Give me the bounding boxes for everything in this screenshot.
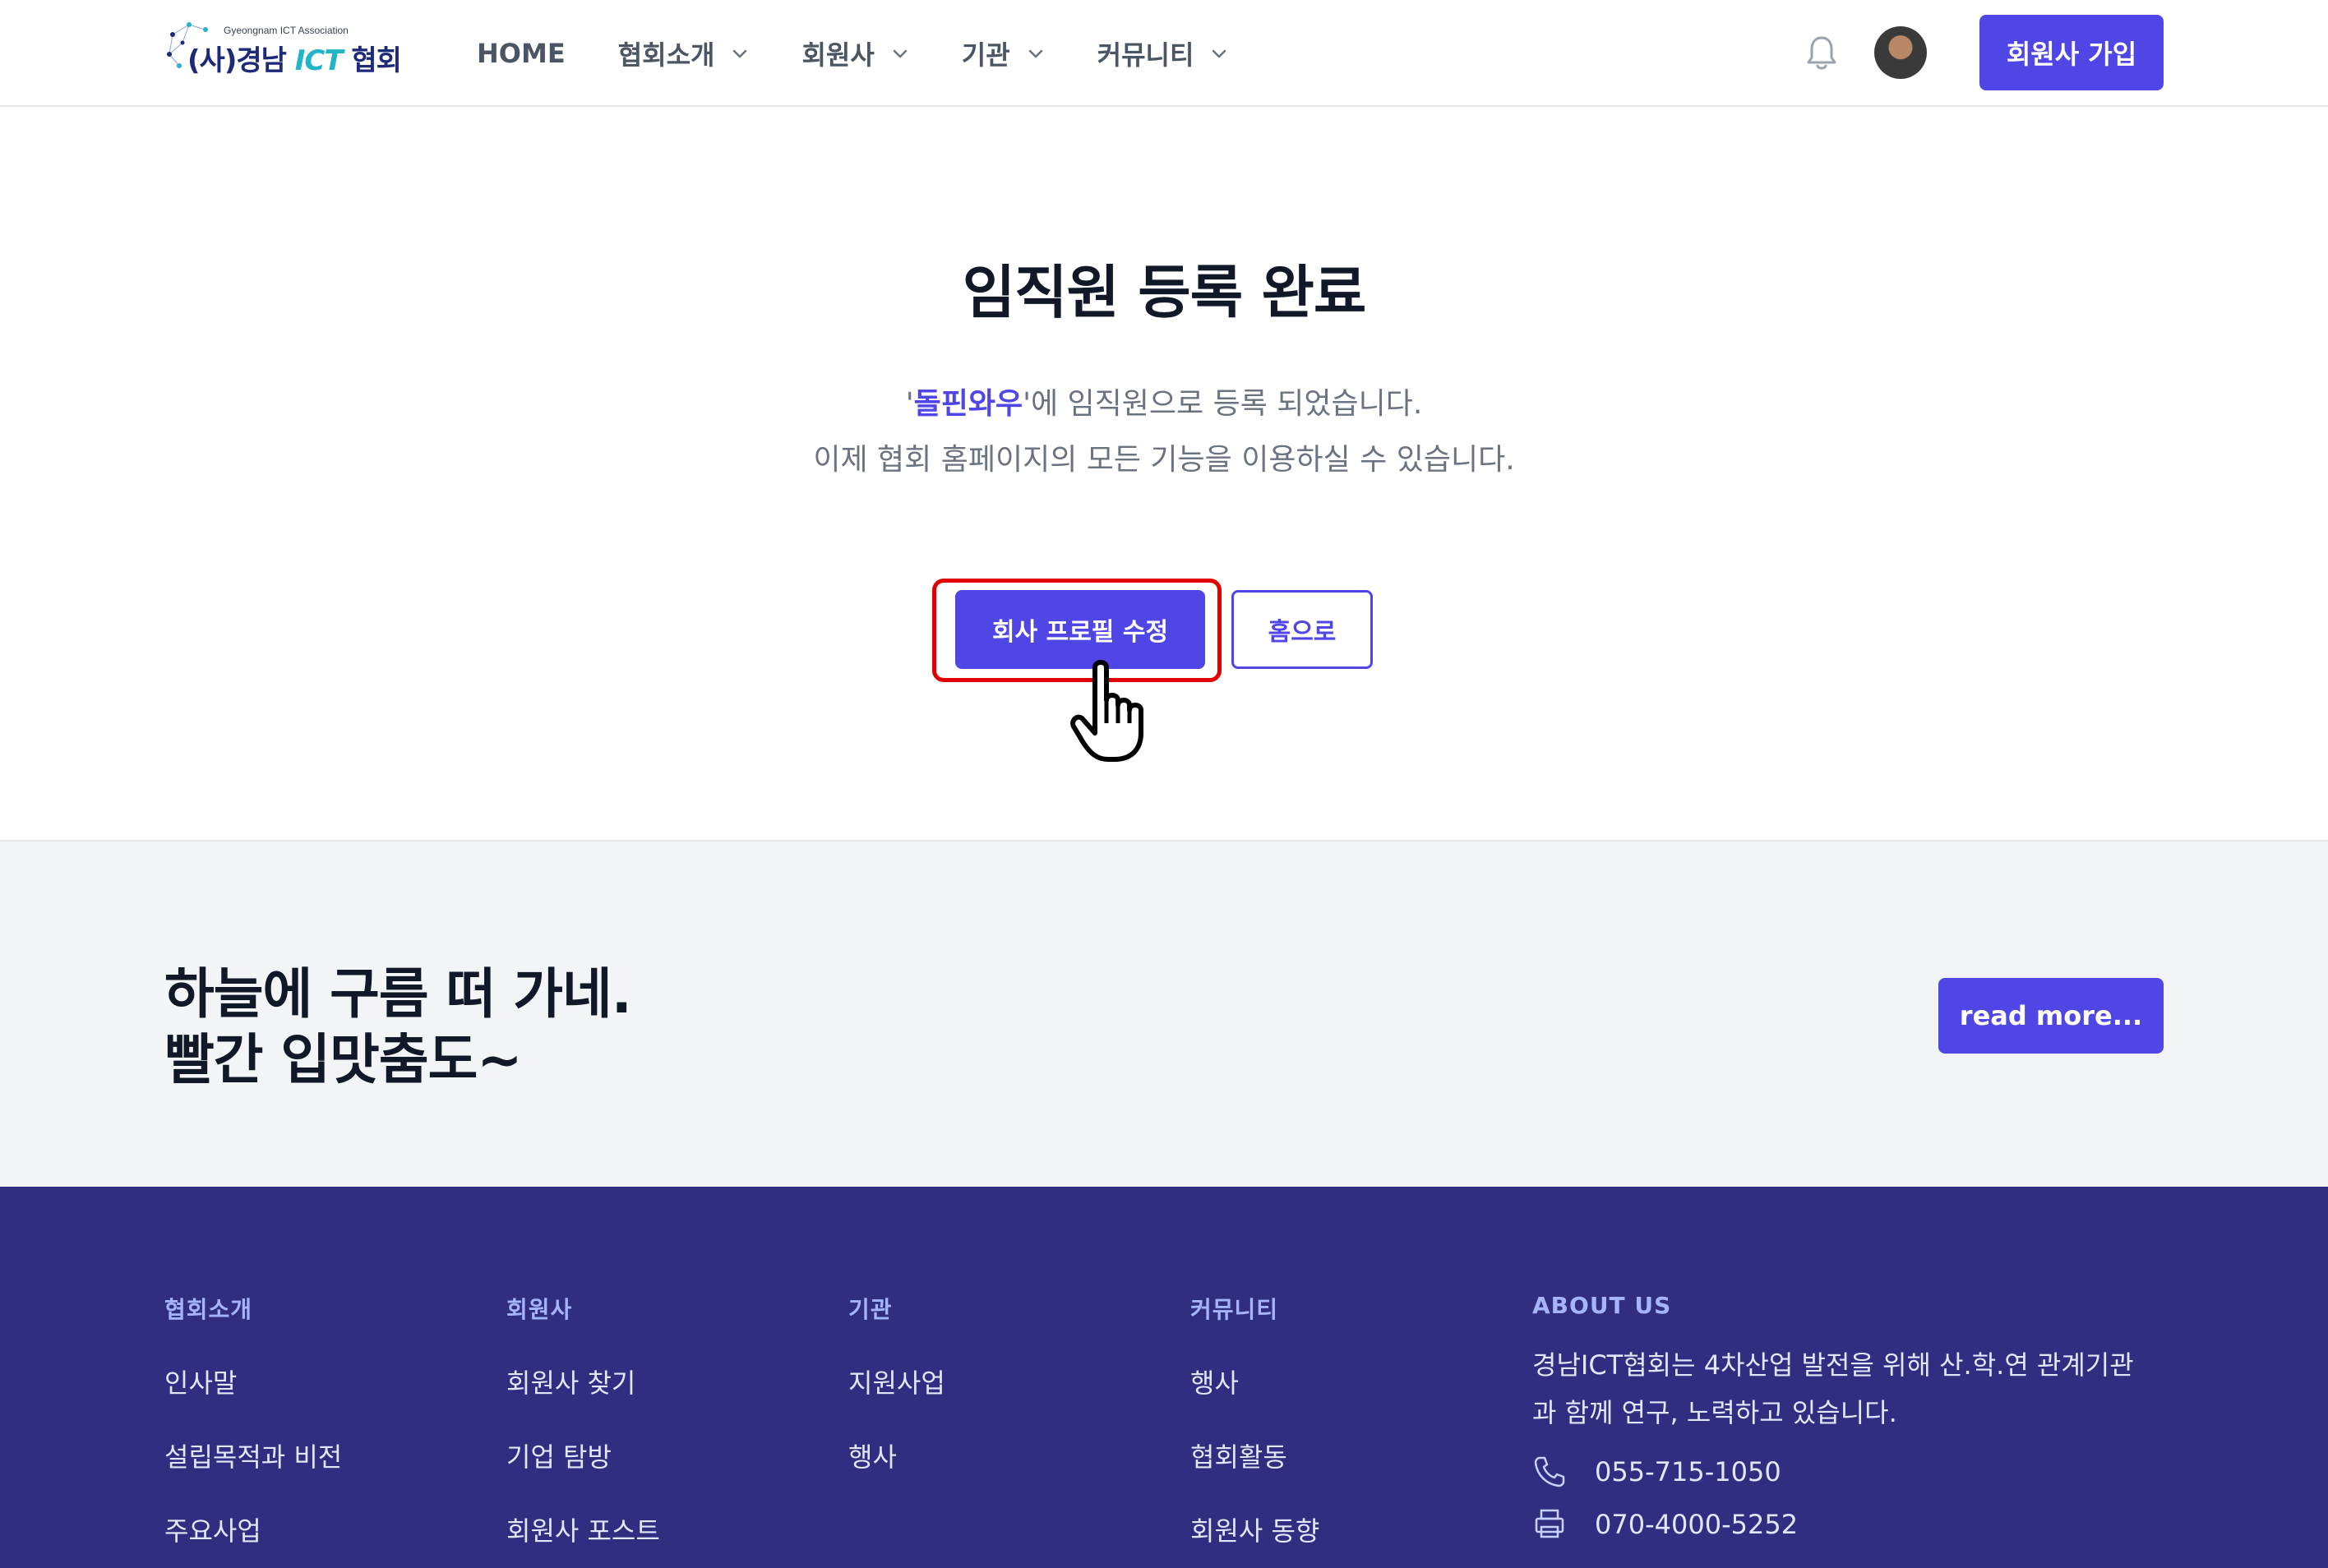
logo-english-text: Gyeongnam ICT Association <box>224 25 349 36</box>
bell-icon[interactable] <box>1804 33 1840 72</box>
nav-members[interactable]: 회원사 <box>801 35 908 72</box>
footer-link[interactable]: 주요사업 <box>164 1510 342 1547</box>
footer-link[interactable]: 인사말 <box>164 1363 342 1399</box>
registration-message-suffix: '에 임직원으로 등록 되었습니다. <box>1023 387 1423 421</box>
footer-link[interactable]: 회원사 찾기 <box>506 1363 660 1399</box>
chevron-down-icon <box>893 49 908 58</box>
user-avatar[interactable] <box>1874 26 1927 79</box>
footer-link[interactable]: 지원사업 <box>848 1363 945 1399</box>
footer-link[interactable]: 협회활동 <box>1190 1437 1319 1473</box>
footer-link[interactable]: 행사 <box>1190 1363 1319 1399</box>
main-nav: HOME 협회소개 회원사 기관 커뮤니티 <box>477 33 1281 74</box>
about-description: 경남ICT협회는 4차산업 발전을 위해 산.학.연 관계기관과 함께 연구, … <box>1532 1349 2134 1428</box>
footer-column-community: 커뮤니티 행사 협회활동 회원사 동향 <box>1190 1292 1319 1547</box>
logo-prefix: (사)경남 <box>187 44 295 77</box>
phone-icon <box>1534 1456 1565 1487</box>
footer-heading: 협회소개 <box>164 1296 253 1323</box>
access-message: 이제 협회 홈페이지의 모든 기능을 이용하실 수 있습니다. <box>813 443 1515 477</box>
footer-column-about: 협회소개 인사말 설립목적과 비전 주요사업 <box>164 1292 342 1547</box>
nav-community-label: 커뮤니티 <box>1097 39 1194 71</box>
nav-community[interactable]: 커뮤니티 <box>1097 35 1229 72</box>
footer-link[interactable]: 설립목적과 비전 <box>164 1437 342 1473</box>
phone-number: 055-715-1050 <box>1595 1456 1781 1487</box>
footer-column-institutions: 기관 지원사업 행사 <box>848 1292 945 1473</box>
logo-korean-text: (사)경남 ICT 협회 <box>187 38 402 78</box>
registration-message: '돌핀와우'에 임직원으로 등록 되었습니다. <box>0 380 2328 422</box>
site-logo[interactable]: Gyeongnam ICT Association (사)경남 ICT 협회 <box>164 18 402 77</box>
footer-heading: ABOUT US <box>1532 1292 1672 1319</box>
chevron-down-icon <box>1028 49 1042 58</box>
fax-icon <box>1535 1509 1564 1538</box>
footer-heading: 기관 <box>848 1296 893 1323</box>
nav-about-label: 협회소개 <box>617 39 715 71</box>
chevron-down-icon <box>1212 49 1226 58</box>
nav-members-label: 회원사 <box>801 39 875 71</box>
footer-column-about-us: ABOUT US 경남ICT협회는 4차산업 발전을 위해 산.학.연 관계기관… <box>1532 1292 2157 1542</box>
cta-section: 하늘에 구름 떠 가네. 빨간 입맛춤도~ read more... <box>0 840 2328 1188</box>
chevron-down-icon <box>733 49 747 58</box>
contact-phone: 055-715-1050 <box>1532 1455 2157 1489</box>
footer-link[interactable]: 행사 <box>848 1437 945 1473</box>
read-more-button[interactable]: read more... <box>1938 978 2164 1054</box>
nav-institutions[interactable]: 기관 <box>962 35 1045 72</box>
nav-institutions-label: 기관 <box>961 39 1010 71</box>
footer-link[interactable]: 기업 탐방 <box>506 1437 660 1473</box>
logo-suffix: 협회 <box>342 44 402 77</box>
footer-heading: 커뮤니티 <box>1190 1296 1279 1323</box>
footer-link[interactable]: 회원사 포스트 <box>506 1510 660 1547</box>
quote-mark: ' <box>905 387 914 421</box>
logo-ict: ICT <box>294 44 344 77</box>
cta-heading-line2: 빨간 입맛춤도~ <box>164 1028 523 1091</box>
nav-home-label: HOME <box>477 38 566 69</box>
fax-number: 070-4000-5252 <box>1595 1509 1799 1540</box>
site-header: Gyeongnam ICT Association (사)경남 ICT 협회 H… <box>0 0 2328 107</box>
hand-pointer-icon <box>1070 660 1143 762</box>
nav-home[interactable]: HOME <box>477 38 566 69</box>
join-member-button[interactable]: 회원사 가입 <box>1979 15 2164 90</box>
footer-column-members: 회원사 회원사 찾기 기업 탐방 회원사 포스트 <box>506 1292 660 1547</box>
footer-heading: 회원사 <box>506 1296 573 1323</box>
site-footer: 협회소개 인사말 설립목적과 비전 주요사업 회원사 회원사 찾기 기업 탐방 … <box>0 1187 2328 1568</box>
contact-fax: 070-4000-5252 <box>1532 1507 2157 1542</box>
page-title: 임직원 등록 완료 <box>962 259 1367 326</box>
company-name: 돌핀와우 <box>913 387 1023 421</box>
go-home-button[interactable]: 홈으로 <box>1231 590 1373 669</box>
nav-about[interactable]: 협회소개 <box>618 35 750 72</box>
footer-link[interactable]: 회원사 동향 <box>1190 1510 1319 1547</box>
